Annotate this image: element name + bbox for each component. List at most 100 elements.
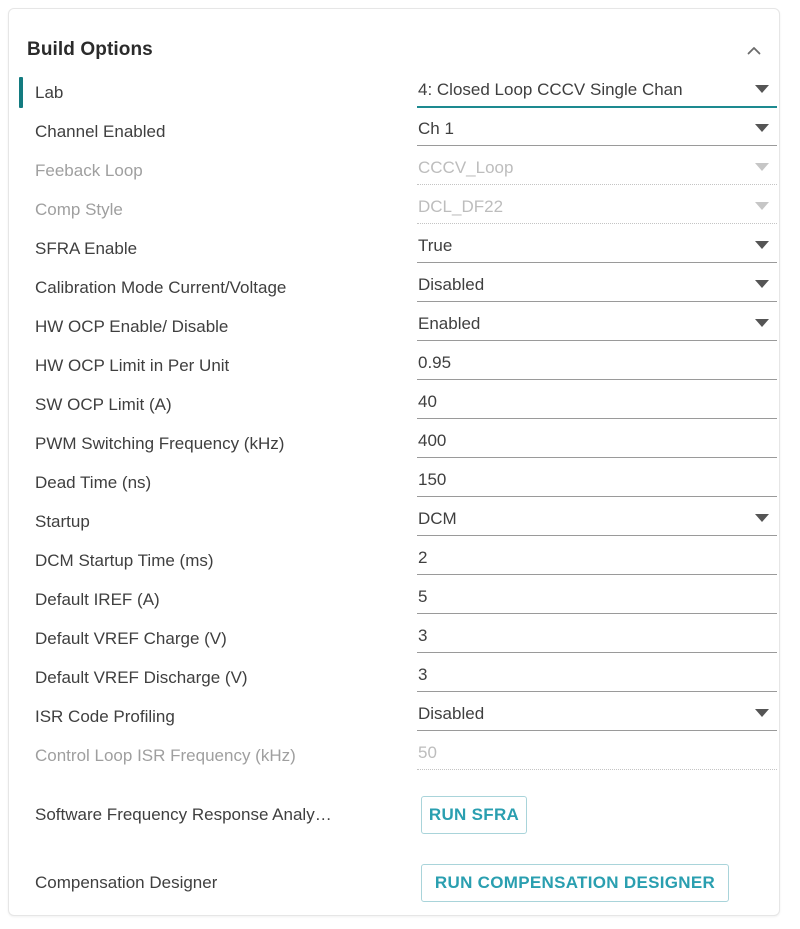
option-value: DCM — [418, 509, 457, 528]
field-underline — [417, 379, 777, 380]
option-value: Disabled — [418, 275, 485, 294]
options-list: Lab 4: Closed Loop CCCV Single Chan Channe… — [9, 73, 779, 911]
dropdown-sfra-enable[interactable]: True — [417, 229, 777, 268]
option-row-lab: Lab 4: Closed Loop CCCV Single Chan — [9, 73, 779, 112]
option-label: PWM Switching Frequency (kHz) — [35, 434, 285, 453]
dropdown-comp-style: DCL_DF22 — [417, 190, 777, 229]
dropdown-calibration-mode-current-voltage[interactable]: Disabled — [417, 268, 777, 307]
dropdown-lab[interactable]: 4: Closed Loop CCCV Single Chan — [417, 73, 777, 112]
option-value: 4: Closed Loop CCCV Single Chan — [418, 80, 683, 99]
option-row-startup: Startup DCM — [9, 502, 779, 541]
option-label: Comp Style — [35, 200, 123, 219]
option-row-pwm-switching-frequency-khz: PWM Switching Frequency (kHz) 400 — [9, 424, 779, 463]
option-row-hw-ocp-limit-in-per-unit: HW OCP Limit in Per Unit 0.95 — [9, 346, 779, 385]
action-row-run-compensation-designer: Compensation Designer RUN COMPENSATION DE… — [9, 855, 779, 911]
run-compensation-designer-button[interactable]: RUN COMPENSATION DESIGNER — [421, 864, 729, 902]
action-row-run-sfra: Software Frequency Response Analy… RUN SF… — [9, 787, 779, 843]
field-underline — [417, 262, 777, 263]
option-label: Calibration Mode Current/Voltage — [35, 278, 287, 297]
option-value: 3 — [418, 665, 428, 684]
option-row-channel-enabled: Channel Enabled Ch 1 — [9, 112, 779, 151]
run-sfra-button[interactable]: RUN SFRA — [421, 796, 527, 834]
option-row-control-loop-isr-frequency-khz: Control Loop ISR Frequency (kHz) 50 — [9, 736, 779, 775]
option-value: CCCV_Loop — [418, 158, 514, 177]
field-underline — [417, 145, 777, 146]
option-label: Dead Time (ns) — [35, 473, 152, 492]
option-row-dead-time-ns: Dead Time (ns) 150 — [9, 463, 779, 502]
action-label: Compensation Designer — [35, 873, 218, 892]
option-label: Channel Enabled — [35, 122, 166, 141]
dropdown-startup[interactable]: DCM — [417, 502, 777, 541]
option-row-calibration-mode-current-voltage: Calibration Mode Current/Voltage Disabled — [9, 268, 779, 307]
option-value: Enabled — [418, 314, 481, 333]
field-underline — [417, 223, 777, 224]
option-label: HW OCP Limit in Per Unit — [35, 356, 230, 375]
field-underline — [417, 691, 777, 692]
field-underline — [417, 496, 777, 497]
field-underline — [417, 535, 777, 536]
dropdown-isr-code-profiling[interactable]: Disabled — [417, 697, 777, 736]
option-value: 150 — [418, 470, 447, 489]
input-default-vref-charge-v[interactable]: 3 — [417, 619, 777, 658]
field-underline — [417, 340, 777, 341]
field-underline — [417, 457, 777, 458]
input-default-iref-a[interactable]: 5 — [417, 580, 777, 619]
option-label: SFRA Enable — [35, 239, 138, 258]
chevron-down-icon[interactable] — [755, 709, 769, 717]
card-header: Build Options — [9, 9, 779, 73]
chevron-down-icon[interactable] — [755, 124, 769, 132]
option-label: Feeback Loop — [35, 161, 143, 180]
dropdown-channel-enabled[interactable]: Ch 1 — [417, 112, 777, 151]
option-row-sfra-enable: SFRA Enable True — [9, 229, 779, 268]
option-value: 400 — [418, 431, 447, 450]
input-dead-time-ns[interactable]: 150 — [417, 463, 777, 502]
dropdown-feeback-loop: CCCV_Loop — [417, 151, 777, 190]
option-value: Ch 1 — [418, 119, 454, 138]
option-value: 5 — [418, 587, 428, 606]
option-row-dcm-startup-time-ms: DCM Startup Time (ms) 2 — [9, 541, 779, 580]
input-dcm-startup-time-ms[interactable]: 2 — [417, 541, 777, 580]
option-row-default-vref-discharge-v: Default VREF Discharge (V) 3 — [9, 658, 779, 697]
field-underline — [417, 730, 777, 731]
chevron-down-icon[interactable] — [755, 319, 769, 327]
option-row-comp-style: Comp Style DCL_DF22 — [9, 190, 779, 229]
option-value: 50 — [418, 743, 437, 762]
option-label: HW OCP Enable/ Disable — [35, 317, 229, 336]
option-value: DCL_DF22 — [418, 197, 504, 216]
build-options-card: Build Options Lab 4: Closed Loop CCCV Sin… — [8, 8, 780, 916]
field-underline — [417, 574, 777, 575]
input-pwm-switching-frequency-khz[interactable]: 400 — [417, 424, 777, 463]
option-value: 2 — [418, 548, 428, 567]
option-label: Control Loop ISR Frequency (kHz) — [35, 746, 296, 765]
field-underline — [417, 301, 777, 302]
chevron-down-icon[interactable] — [755, 241, 769, 249]
option-value: 0.95 — [418, 353, 452, 372]
action-control: RUN COMPENSATION DESIGNER — [417, 855, 777, 911]
dropdown-hw-ocp-enable-disable[interactable]: Enabled — [417, 307, 777, 346]
option-label: Default VREF Discharge (V) — [35, 668, 248, 687]
chevron-down-icon — [755, 163, 769, 171]
option-row-hw-ocp-enable-disable: HW OCP Enable/ Disable Enabled — [9, 307, 779, 346]
option-label: Lab — [35, 83, 64, 102]
input-hw-ocp-limit-in-per-unit[interactable]: 0.95 — [417, 346, 777, 385]
input-sw-ocp-limit-a[interactable]: 40 — [417, 385, 777, 424]
chevron-down-icon[interactable] — [755, 85, 769, 93]
option-label: DCM Startup Time (ms) — [35, 551, 214, 570]
field-underline — [417, 184, 777, 185]
chevron-down-icon — [755, 202, 769, 210]
input-control-loop-isr-frequency-khz: 50 — [417, 736, 777, 775]
option-row-isr-code-profiling: ISR Code Profiling Disabled — [9, 697, 779, 736]
option-row-sw-ocp-limit-a: SW OCP Limit (A) 40 — [9, 385, 779, 424]
active-row-indicator — [19, 77, 23, 108]
chevron-down-icon[interactable] — [755, 280, 769, 288]
chevron-down-icon[interactable] — [755, 514, 769, 522]
action-control: RUN SFRA — [417, 787, 777, 843]
action-label: Software Frequency Response Analy… — [35, 805, 332, 824]
chevron-up-icon[interactable] — [734, 31, 774, 71]
option-label: Default IREF (A) — [35, 590, 160, 609]
input-default-vref-discharge-v[interactable]: 3 — [417, 658, 777, 697]
option-row-feeback-loop: Feeback Loop CCCV_Loop — [9, 151, 779, 190]
option-value: 40 — [418, 392, 437, 411]
field-underline — [417, 106, 777, 108]
field-underline — [417, 652, 777, 653]
